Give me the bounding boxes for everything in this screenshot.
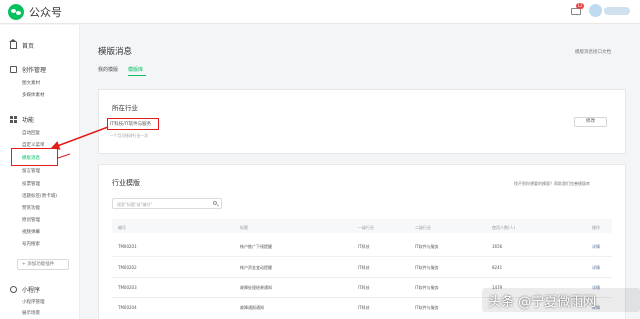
- sidebar-item-original[interactable]: 原创管理: [22, 217, 40, 223]
- cell-title: 故障通报通知: [240, 305, 264, 310]
- app-name: 公众号: [29, 6, 62, 19]
- sidebar-item-label: 首页: [22, 43, 35, 50]
- account-name-blurred[interactable]: [604, 7, 630, 15]
- column-header-industry-2: 二级行业: [415, 225, 431, 230]
- mail-icon[interactable]: [571, 8, 581, 15]
- cell-id: TM00203: [118, 285, 137, 290]
- search-input[interactable]: [117, 200, 205, 208]
- column-header-industry-1: 一级行业: [358, 225, 374, 230]
- add-plugin-label: 添加功能插件: [27, 262, 55, 267]
- cell-industry-1: IT科技: [358, 305, 370, 310]
- sidebar-item-votes[interactable]: 投票管理: [22, 181, 40, 187]
- sidebar-section-label: 功能: [22, 117, 35, 124]
- edit-industry-button[interactable]: 修改: [574, 117, 607, 127]
- sidebar-item-mini-manage[interactable]: 小程序管理: [22, 299, 45, 305]
- cell-industry-2: IT软件与服务: [415, 285, 439, 290]
- industry-hint: 一个月可修改行业一次: [110, 133, 148, 138]
- library-help-link[interactable]: 找不到你想要的模版？帮助我们完善模版库: [514, 181, 590, 187]
- detail-link[interactable]: 详情: [592, 244, 600, 250]
- column-header-users: 使用人数(人): [492, 225, 516, 230]
- cell-industry-1: IT科技: [358, 285, 370, 290]
- sidebar-item-media[interactable]: 多媒体素材: [22, 92, 45, 98]
- cell-users: 1656: [492, 244, 503, 249]
- document-icon: [10, 66, 17, 73]
- annotation-box-industry: [107, 118, 159, 130]
- mail-badge: 12: [576, 3, 584, 9]
- grid-icon: [10, 116, 17, 123]
- cell-industry-2: IT软件与服务: [415, 305, 439, 310]
- cell-industry-1: IT科技: [358, 265, 370, 270]
- home-icon: [9, 39, 17, 49]
- sidebar-item-auto-reply[interactable]: 自动回复: [22, 130, 40, 136]
- add-plugin-button[interactable]: + 添加功能插件: [17, 259, 69, 270]
- wechat-logo-icon: [8, 4, 24, 20]
- industry-panel: [98, 89, 626, 154]
- sidebar-item-home[interactable]: 首页: [9, 39, 35, 50]
- cell-title: 故障处理结果通知: [240, 285, 272, 290]
- column-header-action: 操作: [592, 225, 600, 230]
- search-box[interactable]: [112, 198, 222, 209]
- row-divider: [112, 277, 612, 278]
- doc-link[interactable]: 模版消息接口文档: [575, 49, 611, 55]
- app-logo[interactable]: 公众号: [8, 4, 62, 20]
- sidebar-section-label: 小程序: [22, 287, 41, 294]
- cell-industry-1: IT科技: [358, 244, 370, 249]
- sidebar-item-danmaku[interactable]: 视频弹幕: [22, 229, 40, 235]
- tab-my-templates[interactable]: 我的模版: [98, 66, 118, 73]
- sidebar-item-topic-tags[interactable]: 话题标签(原卡城): [22, 193, 57, 199]
- sidebar-section-mini[interactable]: 小程序: [10, 285, 40, 294]
- library-title: 行业模版: [112, 179, 140, 187]
- sidebar-item-mini-scene[interactable]: 展示场景: [22, 310, 40, 316]
- active-tab-indicator: [128, 75, 146, 76]
- sidebar-section-label: 创作管理: [22, 67, 47, 74]
- sidebar-item-search[interactable]: 号内搜索: [22, 241, 40, 247]
- sidebar-section-create[interactable]: 创作管理: [10, 65, 46, 74]
- sidebar-item-reward[interactable]: 赞赏功能: [22, 205, 40, 211]
- top-bar: 公众号 12: [0, 0, 640, 24]
- cell-id: TM00202: [118, 265, 137, 270]
- industry-title: 所在行业: [112, 104, 138, 112]
- sidebar-item-article[interactable]: 图文素材: [22, 80, 40, 86]
- column-header-id: 编号: [118, 225, 126, 230]
- cell-industry-2: IT软件与服务: [415, 265, 439, 270]
- avatar[interactable]: [589, 4, 602, 17]
- cell-users: 8241: [492, 265, 503, 270]
- tab-template-library[interactable]: 模版库: [128, 66, 143, 73]
- row-divider: [112, 256, 612, 257]
- miniprogram-icon: [10, 286, 17, 293]
- column-header-title: 标题: [240, 225, 248, 230]
- cell-id: TM00201: [118, 244, 137, 249]
- watermark-text: 头条 @宁夏微雨网: [488, 295, 597, 310]
- detail-link[interactable]: 详情: [592, 265, 600, 271]
- cell-id: TM00204: [118, 305, 137, 310]
- page-title: 模版消息: [98, 47, 133, 57]
- search-icon[interactable]: [213, 201, 217, 205]
- sidebar-section-func[interactable]: 功能: [10, 115, 34, 124]
- cell-title: 帐户资金变动提醒: [240, 265, 272, 270]
- annotation-box-template-nav: [11, 148, 58, 166]
- sidebar-item-comments[interactable]: 留言管理: [22, 168, 40, 174]
- cell-industry-2: IT软件与服务: [415, 244, 439, 249]
- cell-title: 帐户推广下线提醒: [240, 244, 272, 249]
